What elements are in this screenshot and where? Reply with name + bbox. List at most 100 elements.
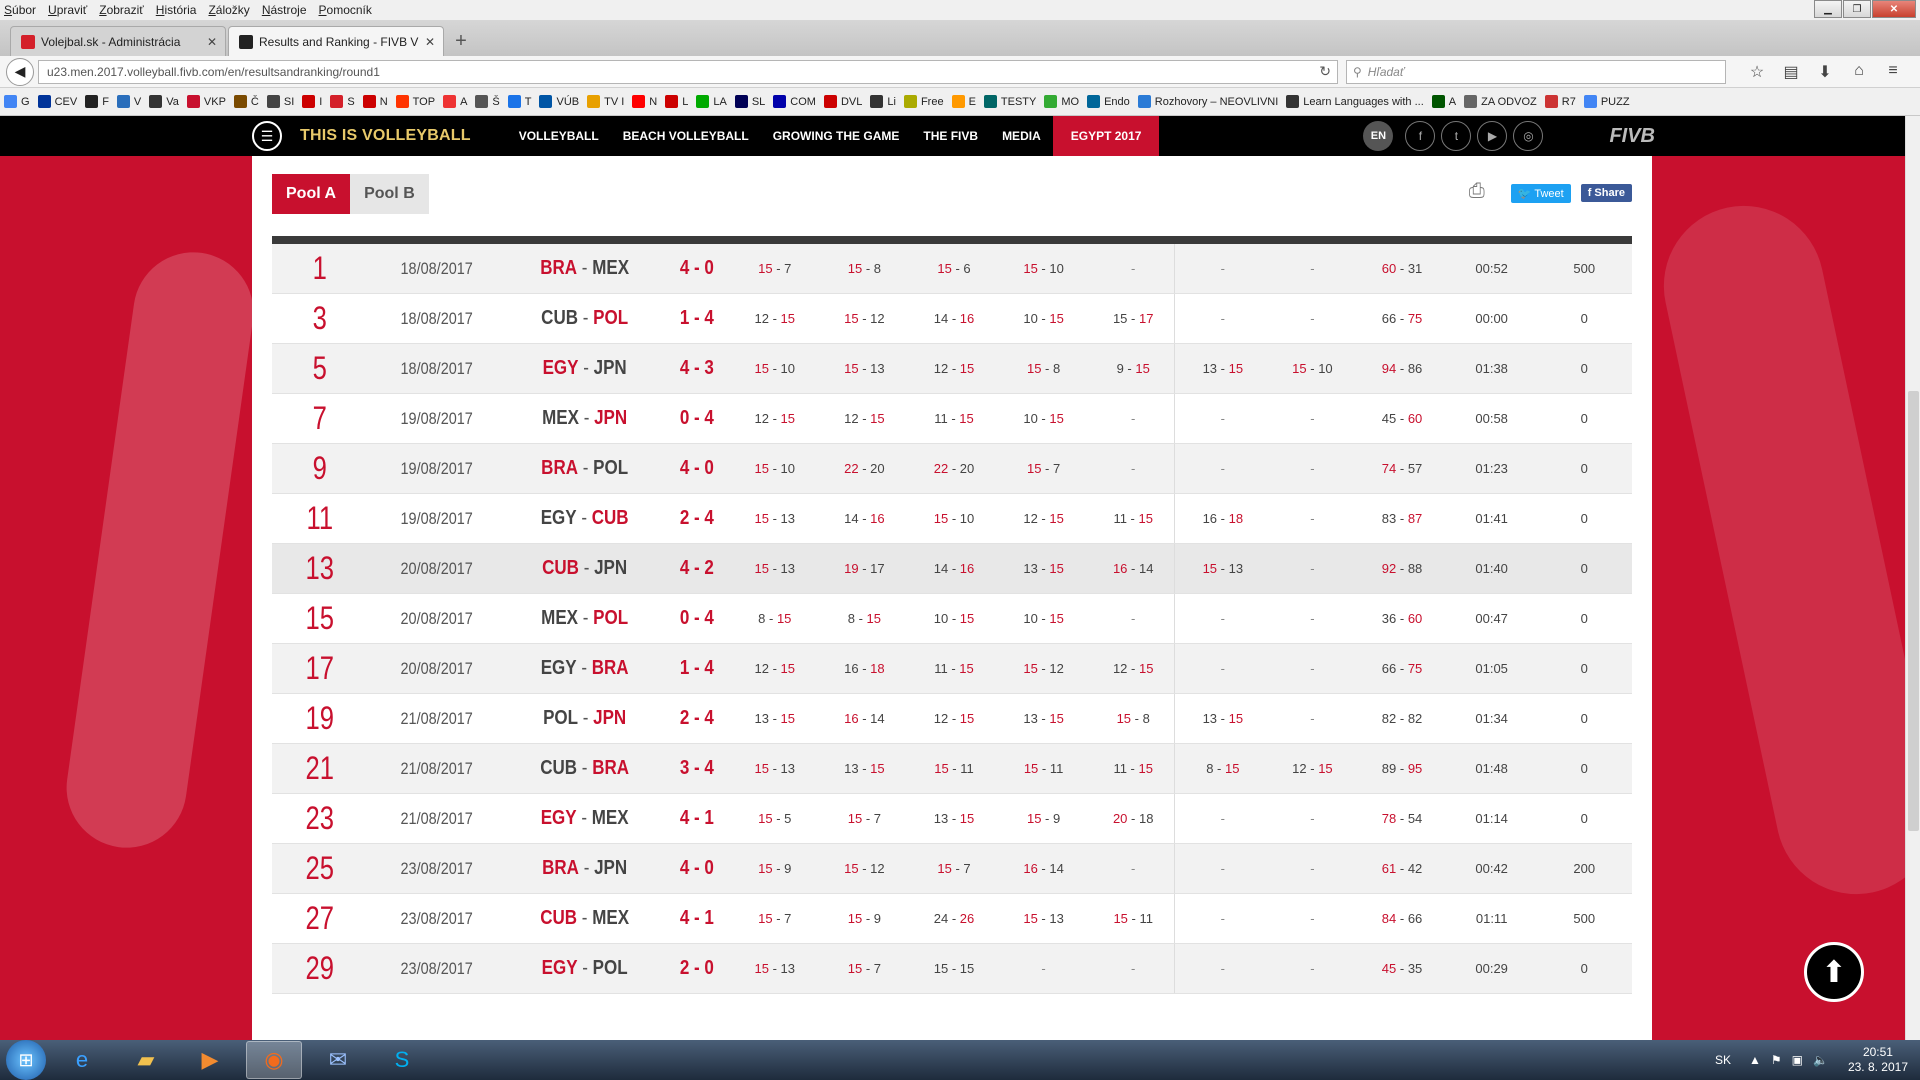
download-icon[interactable]: ⬇ — [1808, 62, 1842, 82]
home-team[interactable]: EGY — [543, 357, 579, 379]
home-team[interactable]: BRA — [542, 857, 579, 879]
folder-icon[interactable]: ▰ — [118, 1041, 174, 1079]
home-team[interactable]: EGY — [541, 807, 577, 829]
nav-the-fivb[interactable]: THE FIVB — [911, 116, 990, 156]
menu-item[interactable]: História — [156, 3, 197, 17]
thunderbird-icon[interactable]: ✉ — [310, 1041, 366, 1079]
windows-start-icon[interactable]: ⊞ — [6, 1040, 46, 1080]
away-team[interactable]: CUB — [592, 507, 629, 529]
away-team[interactable]: JPN — [594, 357, 627, 379]
scrollbar[interactable] — [1905, 116, 1920, 1040]
bookmark-item[interactable]: TV I — [587, 95, 624, 108]
bookmark-item[interactable]: CEV — [37, 95, 77, 108]
tweet-button[interactable]: 🐦 Tweet — [1510, 183, 1571, 203]
bookmark-item[interactable]: Rozhovory – NEOVLIVNI — [1137, 95, 1278, 108]
bookmark-item[interactable]: PUZZ — [1583, 95, 1630, 108]
new-tab-icon[interactable]: + — [446, 26, 476, 56]
scroll-to-top-icon[interactable]: ⬆ — [1804, 942, 1864, 1002]
nav-media[interactable]: MEDIA — [990, 116, 1053, 156]
tab-results[interactable]: Results and Ranking - FIVB V ✕ — [228, 26, 444, 56]
away-team[interactable]: MEX — [592, 807, 629, 829]
table-row[interactable]: 21 21/08/2017 CUB - BRA 3 - 4 15 - 13 13 - 15… — [272, 744, 1632, 794]
table-row[interactable]: 1 18/08/2017 BRA - MEX 4 - 0 15 - 7 15 - 8 15 … — [272, 244, 1632, 294]
bookmark-item[interactable]: S — [330, 95, 355, 108]
away-team[interactable]: POL — [593, 457, 628, 479]
bookmark-item[interactable]: Č — [233, 95, 259, 108]
bookmark-item[interactable]: SL — [734, 95, 765, 108]
home-team[interactable]: CUB — [540, 757, 577, 779]
search-input[interactable]: ⚲ Hľadať — [1346, 59, 1726, 84]
bookmark-item[interactable]: V — [116, 95, 141, 108]
url-bar[interactable]: u23.men.2017.volleyball.fivb.com/en/resu… — [38, 59, 1338, 84]
bookmark-item[interactable]: A — [443, 95, 467, 108]
bookmark-item[interactable]: R7 — [1544, 95, 1576, 108]
table-row[interactable]: 29 23/08/2017 EGY - POL 2 - 0 15 - 13 15 - 71… — [272, 944, 1632, 994]
facebook-icon[interactable]: f — [1405, 121, 1436, 151]
table-row[interactable]: 9 19/08/2017 BRA - POL 4 - 0 15 - 10 22 - 20 2… — [272, 444, 1632, 494]
away-team[interactable]: POL — [593, 307, 628, 329]
bookmark-item[interactable]: E — [951, 95, 976, 108]
bookmark-item[interactable]: SI — [266, 95, 294, 108]
away-team[interactable]: JPN — [593, 707, 626, 729]
bookmark-item[interactable]: G — [4, 95, 30, 108]
hamburger-menu-icon[interactable]: ☰ — [252, 121, 282, 151]
table-row[interactable]: 3 18/08/2017 CUB - POL 1 - 4 12 - 15 15 - 12 1… — [272, 294, 1632, 344]
bookmark-item[interactable]: TOP — [395, 95, 435, 108]
table-row[interactable]: 15 20/08/2017 MEX - POL 0 - 48 - 15 8 - 15 10… — [272, 594, 1632, 644]
home-team[interactable]: EGY — [541, 507, 577, 529]
home-team[interactable]: MEX — [541, 607, 578, 629]
table-row[interactable]: 19 21/08/2017 POL - JPN 2 - 4 13 - 15 16 - 14… — [272, 694, 1632, 744]
home-icon[interactable]: ⌂ — [1842, 62, 1876, 82]
firefox-icon[interactable]: ◉ — [246, 1041, 302, 1079]
reading-list-icon[interactable]: ▤ — [1774, 62, 1808, 82]
scrollbar-thumb[interactable] — [1908, 391, 1919, 831]
home-team[interactable]: CUB — [542, 557, 579, 579]
table-row[interactable]: 11 19/08/2017 EGY - CUB 2 - 4 15 - 13 14 - 16… — [272, 494, 1632, 544]
bookmark-item[interactable]: A — [1431, 95, 1456, 108]
fivb-logo[interactable]: FIVB — [1609, 125, 1655, 148]
table-row[interactable]: 17 20/08/2017 EGY - BRA 1 - 4 12 - 15 16 - 18… — [272, 644, 1632, 694]
home-team[interactable]: CUB — [540, 907, 577, 929]
table-row[interactable]: 13 20/08/2017 CUB - JPN 4 - 2 15 - 13 19 - 17… — [272, 544, 1632, 594]
bookmark-item[interactable]: Free — [903, 95, 944, 108]
bookmark-item[interactable]: Š — [475, 95, 500, 108]
away-team[interactable]: MEX — [592, 907, 629, 929]
clock[interactable]: 20:51 23. 8. 2017 — [1848, 1045, 1908, 1075]
instagram-icon[interactable]: ◎ — [1513, 121, 1544, 151]
away-team[interactable]: POL — [593, 957, 628, 979]
facebook-share-button[interactable]: f Share — [1580, 184, 1632, 202]
bookmark-item[interactable]: Li — [870, 95, 896, 108]
table-row[interactable]: 7 19/08/2017 MEX - JPN 0 - 4 12 - 15 12 - 15 1… — [272, 394, 1632, 444]
bookmark-item[interactable]: I — [302, 95, 322, 108]
bookmark-item[interactable]: VKP — [186, 95, 226, 108]
menu-item[interactable]: Nástroje — [262, 3, 307, 17]
bookmark-item[interactable]: LA — [696, 95, 727, 108]
nav-beach-volleyball[interactable]: BEACH VOLLEYBALL — [611, 116, 761, 156]
bookmark-item[interactable]: Learn Languages with ... — [1286, 95, 1424, 108]
language-selector[interactable]: EN — [1363, 121, 1394, 151]
away-team[interactable]: MEX — [592, 257, 629, 279]
print-icon[interactable]: ⎙ — [1469, 180, 1495, 206]
menu-icon[interactable]: ≡ — [1876, 62, 1910, 82]
bookmark-item[interactable]: MO — [1044, 95, 1079, 108]
away-team[interactable]: BRA — [592, 657, 629, 679]
bookmark-item[interactable]: TESTY — [983, 95, 1036, 108]
twitter-icon[interactable]: t — [1441, 121, 1472, 151]
brand-title[interactable]: THIS IS VOLLEYBALL — [300, 127, 471, 145]
menu-item[interactable]: Upraviť — [48, 3, 87, 17]
home-team[interactable]: BRA — [540, 257, 577, 279]
table-row[interactable]: 23 21/08/2017 EGY - MEX 4 - 1 15 - 5 15 - 7 13… — [272, 794, 1632, 844]
bookmark-star-icon[interactable]: ☆ — [1740, 62, 1774, 82]
home-team[interactable]: BRA — [541, 457, 578, 479]
table-row[interactable]: 5 18/08/2017 EGY - JPN 4 - 3 15 - 10 15 - 13 1… — [272, 344, 1632, 394]
back-arrow-icon[interactable]: ◀ — [6, 57, 34, 86]
bookmark-item[interactable]: N — [362, 95, 388, 108]
maximize-button[interactable]: ❐ — [1843, 0, 1871, 18]
menu-item[interactable]: Zobraziť — [99, 3, 144, 17]
minimize-button[interactable]: ▁ — [1814, 0, 1842, 18]
home-team[interactable]: POL — [543, 707, 578, 729]
close-tab-icon[interactable]: ✕ — [207, 35, 217, 49]
bookmark-item[interactable]: F — [85, 95, 109, 108]
bookmark-item[interactable]: N — [632, 95, 657, 108]
youtube-icon[interactable]: ▶ — [1477, 121, 1508, 151]
